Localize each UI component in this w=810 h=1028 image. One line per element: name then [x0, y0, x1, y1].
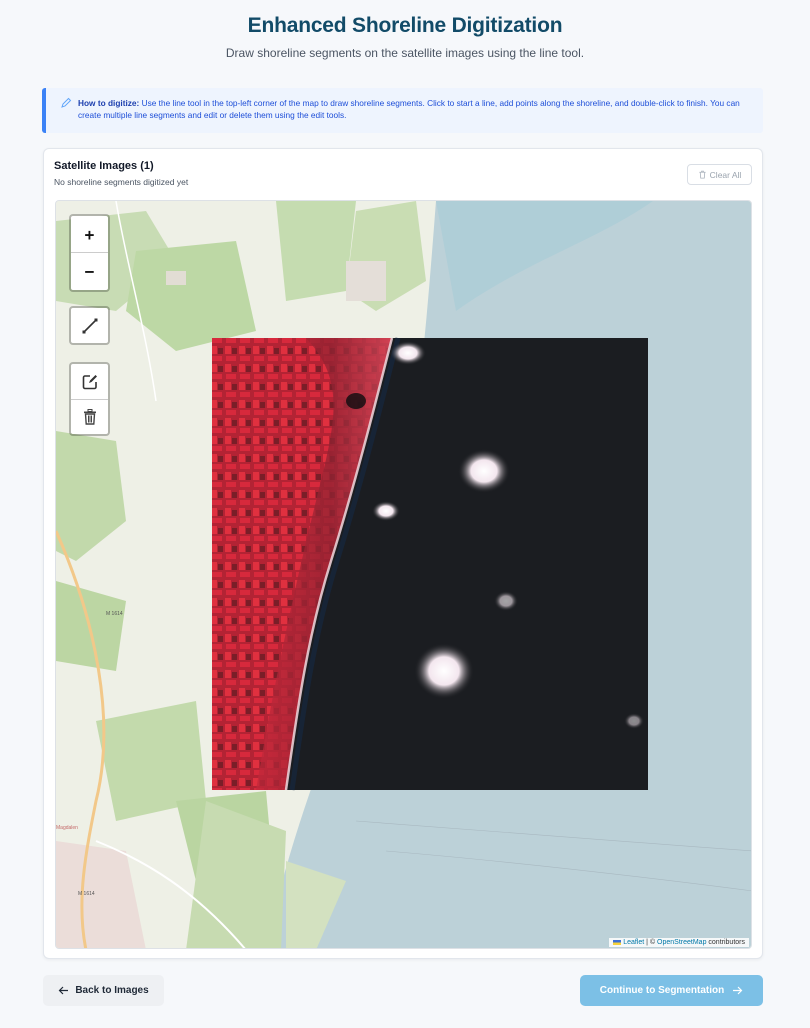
zoom-in-button[interactable]: +: [71, 216, 108, 253]
polyline-icon: [82, 318, 97, 333]
instructions-body: Use the line tool in the top-left corner…: [78, 98, 740, 120]
road-label-2: M 1614: [78, 891, 95, 897]
edit-toolbar: [69, 362, 110, 436]
satellite-images-card: Satellite Images (1) No shoreline segmen…: [43, 148, 763, 959]
delete-layers-button[interactable]: [71, 399, 108, 434]
arrow-left-icon: [58, 986, 69, 995]
segments-status: No shoreline segments digitized yet: [54, 177, 189, 187]
attribution-tail: contributors: [706, 939, 745, 946]
satellite-image-overlay: [212, 337, 648, 791]
arrow-right-icon: [733, 986, 743, 995]
leaflet-link[interactable]: Leaflet: [623, 939, 644, 946]
trash-icon: [699, 170, 706, 179]
clear-all-button[interactable]: Clear All: [687, 164, 752, 185]
card-title: Satellite Images (1): [54, 160, 154, 172]
edit-icon: [82, 374, 97, 389]
road-label-1: M 1614: [106, 611, 123, 617]
map-view[interactable]: M 1614 M 1614 Magdalen + − Leaflet | © O…: [55, 200, 752, 949]
instructions-box: How to digitize: Use the line tool in th…: [42, 88, 763, 133]
map-attribution: Leaflet | © OpenStreetMap contributors: [609, 938, 749, 947]
draw-toolbar: [69, 306, 110, 345]
pencil-icon: [61, 97, 72, 108]
osm-link[interactable]: OpenStreetMap: [657, 939, 706, 946]
ukraine-flag-icon: [613, 939, 622, 945]
zoom-out-button[interactable]: −: [71, 253, 108, 290]
page-title: Enhanced Shoreline Digitization: [247, 14, 563, 37]
instructions-label: How to digitize:: [78, 98, 140, 108]
zoom-control: + −: [69, 214, 110, 292]
continue-label: Continue to Segmentation: [599, 985, 725, 996]
clear-all-label: Clear All: [709, 169, 742, 180]
basemap: M 1614 M 1614 Magdalen: [56, 201, 751, 948]
draw-polyline-button[interactable]: [71, 308, 108, 343]
edit-layers-button[interactable]: [71, 364, 108, 399]
continue-to-segmentation-button[interactable]: Continue to Segmentation: [580, 975, 763, 1006]
back-label: Back to Images: [75, 985, 149, 996]
back-to-images-button[interactable]: Back to Images: [43, 975, 164, 1006]
instructions-text: How to digitize: Use the line tool in th…: [78, 97, 751, 121]
attribution-separator: | ©: [644, 939, 658, 946]
town-label: Magdalen: [56, 825, 78, 831]
page-subtitle: Draw shoreline segments on the satellite…: [225, 46, 585, 60]
trash-icon: [83, 409, 96, 425]
